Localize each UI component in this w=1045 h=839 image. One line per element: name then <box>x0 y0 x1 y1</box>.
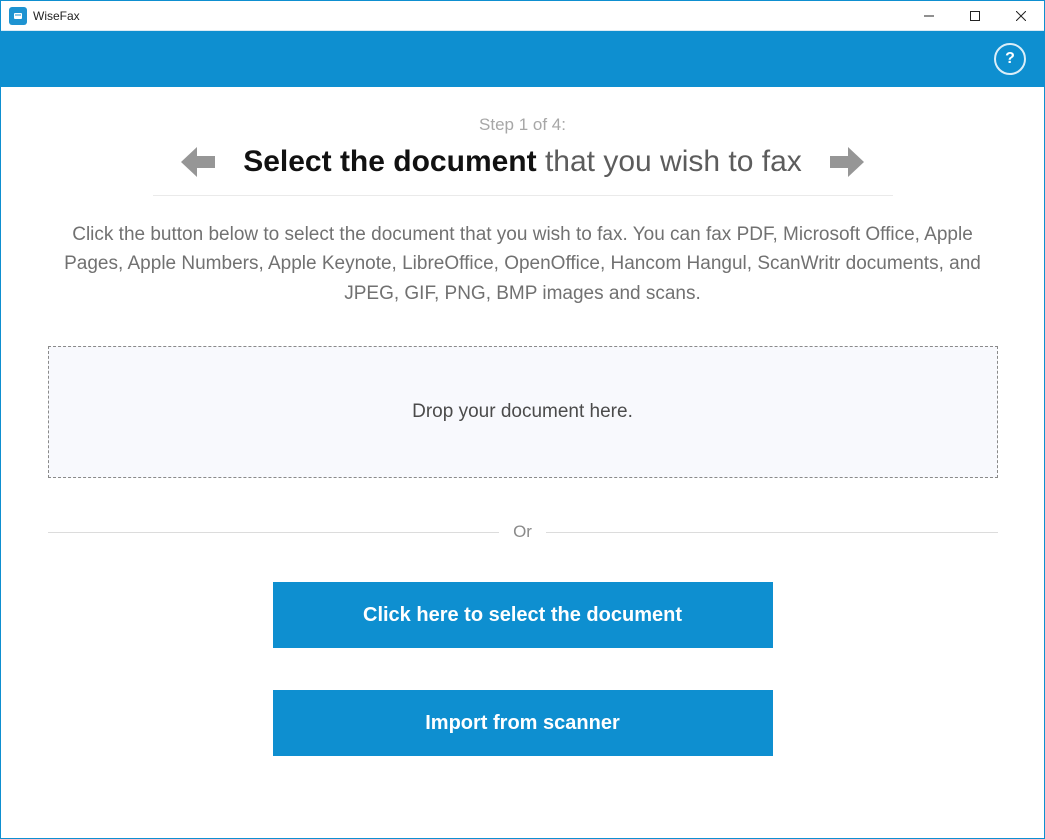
help-icon: ? <box>1005 50 1015 68</box>
content: Step 1 of 4: Select the document that yo… <box>1 87 1044 838</box>
arrow-right-icon <box>828 145 868 179</box>
maximize-icon <box>970 11 980 21</box>
close-button[interactable] <box>998 1 1044 31</box>
titlebar-controls <box>906 1 1044 31</box>
next-step-button[interactable] <box>828 145 868 179</box>
app-header: ? <box>1 31 1044 87</box>
app-icon <box>9 7 27 25</box>
window-title: WiseFax <box>33 9 80 23</box>
heading-rest: that you wish to fax <box>537 145 802 178</box>
minimize-icon <box>924 11 934 21</box>
heading-row: Select the document that you wish to fax <box>49 145 996 179</box>
heading-bold: Select the document <box>243 145 536 178</box>
titlebar-left: WiseFax <box>1 7 80 25</box>
page-heading: Select the document that you wish to fax <box>243 145 802 179</box>
or-line-left <box>48 532 500 533</box>
app-window: WiseFax ? Step 1 of 4: Select t <box>0 0 1045 839</box>
dropzone[interactable]: Drop your document here. <box>48 346 998 478</box>
or-separator: Or <box>48 522 998 542</box>
description: Click the button below to select the doc… <box>53 220 993 308</box>
help-button[interactable]: ? <box>994 43 1026 75</box>
select-document-button[interactable]: Click here to select the document <box>273 582 773 648</box>
import-scanner-label: Import from scanner <box>425 712 619 735</box>
select-document-label: Click here to select the document <box>363 604 682 627</box>
dropzone-text: Drop your document here. <box>412 401 633 423</box>
minimize-button[interactable] <box>906 1 952 31</box>
close-icon <box>1016 11 1026 21</box>
step-label: Step 1 of 4: <box>479 115 566 135</box>
maximize-button[interactable] <box>952 1 998 31</box>
arrow-left-icon <box>177 145 217 179</box>
or-text: Or <box>513 522 532 542</box>
heading-divider <box>153 195 893 196</box>
or-line-right <box>546 532 998 533</box>
import-scanner-button[interactable]: Import from scanner <box>273 690 773 756</box>
prev-step-button[interactable] <box>177 145 217 179</box>
titlebar: WiseFax <box>1 1 1044 31</box>
